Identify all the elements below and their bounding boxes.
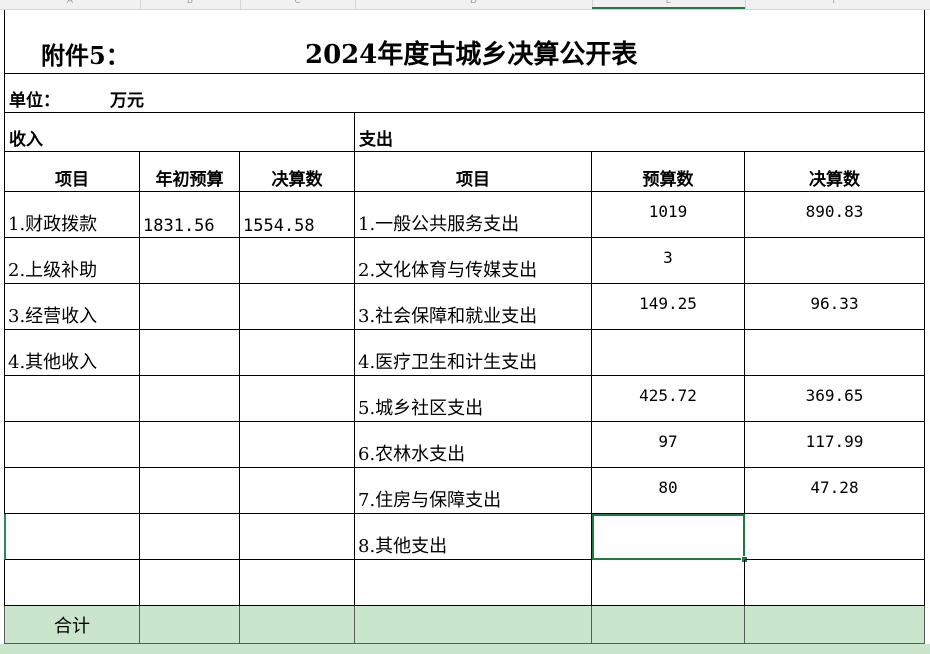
expense-budget-cell[interactable]: 80 (592, 468, 745, 514)
income-final-cell[interactable] (240, 330, 355, 376)
expense-item-cell[interactable]: 2.文化体育与传媒支出 (355, 238, 592, 284)
expense-final-cell[interactable]: 369.65 (745, 376, 925, 422)
income-final-cell[interactable] (240, 468, 355, 514)
expense-budget-value: 149.25 (639, 294, 697, 313)
expense-item-cell[interactable]: 7.住房与保障支出 (355, 468, 592, 514)
expense-final-value: 47.28 (810, 478, 859, 497)
income-final-cell[interactable] (240, 376, 355, 422)
expense-item-cell[interactable]: 5.城乡社区支出 (355, 376, 592, 422)
column-header-b[interactable]: B (140, 0, 240, 7)
column-header-f[interactable]: F (745, 0, 925, 7)
expense-section-label[interactable]: 支出 (355, 113, 925, 152)
expense-final-cell[interactable]: 47.28 (745, 468, 925, 514)
expense-budget-cell[interactable]: 3 (592, 238, 745, 284)
empty-cell[interactable] (355, 560, 592, 606)
expense-final-value: 117.99 (805, 432, 864, 451)
expense-budget-cell[interactable]: 97 (592, 422, 745, 468)
column-header-d[interactable]: D (355, 0, 592, 7)
expense-final-value: 369.65 (805, 386, 864, 405)
total-row-continuation (0, 644, 930, 654)
income-final-cell[interactable] (240, 284, 355, 330)
income-section-label[interactable]: 收入 (4, 113, 355, 152)
expense-item-header[interactable]: 项目 (355, 152, 592, 192)
active-column-indicator (592, 7, 745, 9)
income-item-cell[interactable] (4, 468, 140, 514)
expense-final-cell[interactable] (745, 514, 925, 560)
empty-cell[interactable] (592, 560, 745, 606)
attachment-label[interactable]: 附件5： (4, 10, 304, 74)
expense-budget-cell[interactable]: 149.25 (592, 284, 745, 330)
expense-budget-cell[interactable]: 1019 (592, 192, 745, 238)
income-budget-cell[interactable] (140, 238, 240, 284)
expense-final-header[interactable]: 决算数 (745, 152, 925, 192)
sheet-title[interactable]: 2024年度古城乡决算公开表 (304, 10, 925, 74)
total-expense-budget[interactable] (592, 606, 745, 644)
empty-cell[interactable] (140, 560, 240, 606)
expense-budget-value: 425.72 (639, 386, 697, 405)
empty-cell[interactable] (745, 560, 925, 606)
expense-budget-cell[interactable]: 425.72 (592, 376, 745, 422)
income-budget-cell[interactable] (140, 422, 240, 468)
total-expense-item[interactable] (355, 606, 592, 644)
total-income-budget[interactable] (140, 606, 240, 644)
expense-final-value: 890.83 (805, 202, 864, 221)
column-header-bar: A B C D E F (0, 0, 930, 10)
selected-cell[interactable] (592, 514, 745, 560)
column-header-c[interactable]: C (240, 0, 355, 7)
expense-final-cell[interactable] (745, 330, 925, 376)
income-item-cell[interactable]: 4.其他收入 (4, 330, 140, 376)
expense-final-cell[interactable]: 117.99 (745, 422, 925, 468)
expense-budget-value: 1019 (648, 202, 688, 221)
expense-budget-value: 3 (663, 248, 673, 267)
expense-item-cell[interactable]: 1.一般公共服务支出 (355, 192, 592, 238)
expense-budget-value: 97 (658, 432, 678, 451)
income-item-cell[interactable] (4, 376, 140, 422)
total-expense-final[interactable] (745, 606, 925, 644)
income-budget-header[interactable]: 年初预算 (140, 152, 240, 192)
empty-cell[interactable] (4, 560, 140, 606)
expense-item-cell[interactable]: 3.社会保障和就业支出 (355, 284, 592, 330)
spreadsheet-grid: 附件5： 2024年度古城乡决算公开表 单位： 万元 收入 支出 项目 年初预算… (0, 10, 930, 654)
income-budget-cell[interactable] (140, 376, 240, 422)
expense-budget-cell[interactable] (592, 330, 745, 376)
expense-item-cell[interactable]: 6.农林水支出 (355, 422, 592, 468)
expense-final-value: 96.33 (810, 294, 859, 313)
expense-budget-header[interactable]: 预算数 (592, 152, 745, 192)
expense-item-cell[interactable]: 8.其他支出 (355, 514, 592, 560)
income-final-cell[interactable] (240, 422, 355, 468)
income-final-cell[interactable]: 1554.58 (240, 192, 355, 238)
income-item-cell[interactable] (4, 422, 140, 468)
income-item-cell[interactable]: 1.财政拨款 (4, 192, 140, 238)
income-item-cell[interactable]: 2.上级补助 (4, 238, 140, 284)
income-budget-cell[interactable]: 1831.56 (140, 192, 240, 238)
income-budget-cell[interactable] (140, 468, 240, 514)
column-header-a[interactable]: A (0, 0, 140, 7)
unit-label[interactable]: 单位： (4, 74, 104, 113)
empty-cell[interactable] (240, 560, 355, 606)
expense-final-cell[interactable]: 890.83 (745, 192, 925, 238)
income-budget-cell[interactable] (140, 330, 240, 376)
income-item-cell[interactable] (4, 514, 140, 560)
income-budget-cell[interactable] (140, 284, 240, 330)
total-income-final[interactable] (240, 606, 355, 644)
income-item-cell[interactable]: 3.经营收入 (4, 284, 140, 330)
expense-budget-value: 80 (658, 478, 678, 497)
income-final-cell[interactable] (240, 238, 355, 284)
income-final-cell[interactable] (240, 514, 355, 560)
unit-value[interactable]: 万元 (104, 74, 925, 113)
income-budget-cell[interactable] (140, 514, 240, 560)
total-label[interactable]: 合计 (4, 606, 140, 644)
expense-final-cell[interactable] (745, 238, 925, 284)
column-header-e[interactable]: E (592, 0, 745, 7)
expense-item-cell[interactable]: 4.医疗卫生和计生支出 (355, 330, 592, 376)
income-item-header[interactable]: 项目 (4, 152, 140, 192)
income-final-header[interactable]: 决算数 (240, 152, 355, 192)
expense-final-cell[interactable]: 96.33 (745, 284, 925, 330)
